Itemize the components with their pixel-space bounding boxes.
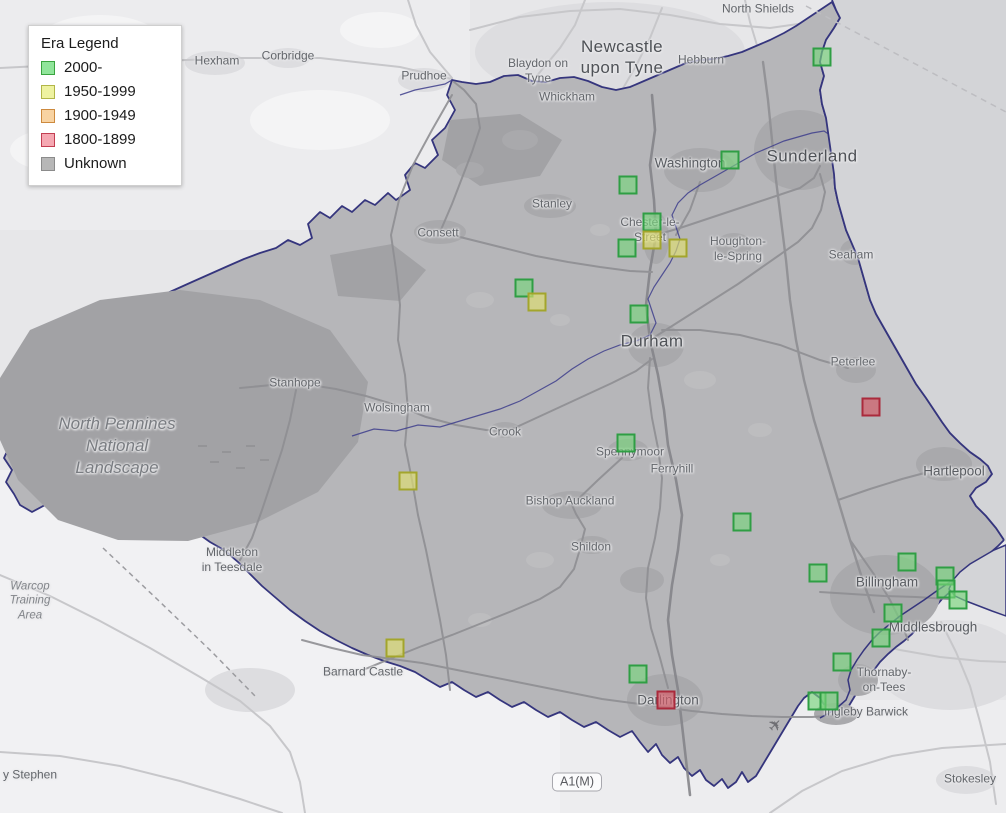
legend-item: 2000- [41,59,169,76]
legend-item: 1800-1899 [41,131,169,148]
era-marker-2000[interactable] [819,691,839,711]
era-marker-1950[interactable] [398,471,418,491]
legend-swatch-2000s-icon [41,60,55,75]
era-marker-2000[interactable] [617,238,637,258]
legend-title: Era Legend [41,35,119,52]
era-legend: Era Legend 2000- 1950-1999 1900-1949 180… [28,25,182,186]
era-marker-1800[interactable] [861,397,881,417]
era-marker-2000[interactable] [883,603,903,623]
era-marker-1950[interactable] [668,238,688,258]
legend-item: 1950-1999 [41,83,169,100]
legend-item: 1900-1949 [41,107,169,124]
era-marker-2000[interactable] [948,590,968,610]
era-marker-1800[interactable] [656,690,676,710]
era-marker-2000[interactable] [642,212,662,232]
era-marker-1950[interactable] [527,292,547,312]
era-marker-1950[interactable] [642,230,662,250]
legend-swatch-1950s-icon [41,84,55,99]
era-marker-2000[interactable] [732,512,752,532]
legend-swatch-1900s-icon [41,108,55,123]
era-marker-2000[interactable] [871,628,891,648]
era-marker-2000[interactable] [897,552,917,572]
legend-swatch-1800s-icon [41,132,55,147]
legend-item-label: 1900-1949 [64,107,136,124]
legend-item-label: Unknown [64,155,127,172]
legend-item-label: 1800-1899 [64,131,136,148]
era-marker-2000[interactable] [629,304,649,324]
era-marker-2000[interactable] [628,664,648,684]
era-marker-2000[interactable] [720,150,740,170]
legend-item-label: 2000- [64,59,103,76]
era-marker-2000[interactable] [808,563,828,583]
legend-item: Unknown [41,155,169,172]
legend-swatch-unknown-icon [41,156,55,171]
era-marker-2000[interactable] [618,175,638,195]
era-marker-2000[interactable] [832,652,852,672]
era-marker-1950[interactable] [385,638,405,658]
legend-item-label: 1950-1999 [64,83,136,100]
era-marker-2000[interactable] [812,47,832,67]
era-marker-2000[interactable] [616,433,636,453]
map-canvas[interactable]: ✈ North Shields Newcastle upon Tyne Hebbur… [0,0,1006,813]
